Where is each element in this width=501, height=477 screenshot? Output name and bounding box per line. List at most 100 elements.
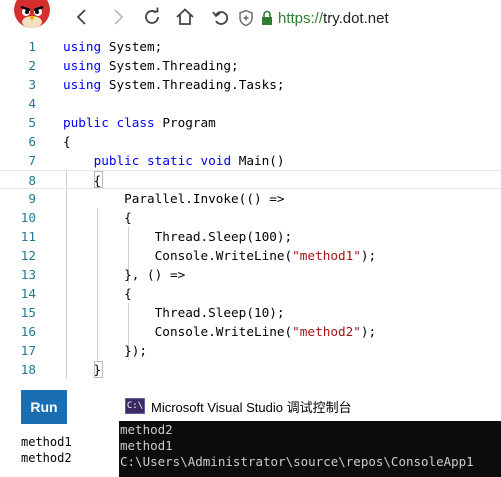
line-number: 8 (28, 173, 36, 188)
debug-console-window[interactable]: C:\ Microsoft Visual Studio 调试控制台 method… (119, 391, 501, 477)
line-number: 10 (20, 210, 36, 225)
url-host: try.dot.net (323, 9, 389, 27)
console-app-icon: C:\ (125, 398, 145, 414)
code-text: public static void Main() (63, 151, 285, 170)
refresh-button[interactable] (141, 6, 163, 28)
shield-icon[interactable] (238, 9, 254, 27)
code-token: }, () => (63, 267, 186, 282)
code-line[interactable]: 18 } (0, 360, 501, 379)
keyword-token: public (93, 153, 140, 168)
code-line[interactable]: 16 Console.WriteLine("method2"); (0, 322, 501, 341)
code-line[interactable]: 1 using System; (0, 37, 501, 56)
code-token: Program (154, 115, 216, 130)
code-token: { (63, 286, 132, 301)
keyword-token: using (63, 39, 102, 54)
console-line: C:\Users\Administrator\source\repos\Cons… (120, 454, 474, 469)
code-token: ); (360, 324, 377, 339)
code-token: { (63, 210, 132, 225)
url-text[interactable]: https://try.dot.net (278, 10, 389, 27)
console-output: method2 method1 C:\Users\Administrator\sou… (120, 422, 474, 470)
line-number: 18 (20, 362, 36, 377)
line-number: 16 (20, 324, 36, 339)
code-token: }); (63, 343, 148, 358)
line-number: 12 (20, 248, 36, 263)
code-line[interactable]: 11 Thread.Sleep(100); (0, 227, 501, 246)
keyword-token: void (200, 153, 232, 168)
code-text: }, () => (63, 265, 185, 284)
address-bar[interactable]: https://try.dot.net (238, 5, 501, 31)
code-line[interactable]: 13 }, () => (0, 265, 501, 284)
code-text: Thread.Sleep(100); (63, 227, 293, 246)
browser-toolbar: https://try.dot.net (0, 0, 501, 36)
code-token: System.Threading.Tasks; (101, 77, 285, 92)
code-token: System; (101, 39, 163, 54)
chevron-right-icon (114, 9, 124, 25)
line-number: 14 (20, 286, 36, 301)
home-button[interactable] (174, 6, 196, 28)
line-number: 7 (28, 153, 36, 168)
code-line[interactable]: 2 using System.Threading; (0, 56, 501, 75)
line-number: 9 (28, 191, 36, 206)
code-text: { (63, 132, 71, 151)
code-token: { (63, 134, 71, 149)
forward-button[interactable] (107, 6, 129, 28)
console-title: Microsoft Visual Studio 调试控制台 (151, 399, 352, 415)
string-token: "method1" (292, 248, 361, 263)
code-token: Console.WriteLine( (63, 324, 293, 339)
code-line[interactable]: 14 { (0, 284, 501, 303)
code-line[interactable]: 6{ (0, 132, 501, 151)
code-line[interactable]: 3 using System.Threading.Tasks; (0, 75, 501, 94)
code-token: ); (360, 248, 377, 263)
line-number: 4 (28, 96, 36, 111)
code-line[interactable]: 4 (0, 94, 501, 113)
line-number: 15 (20, 305, 36, 320)
code-text: Console.WriteLine("method1"); (63, 246, 377, 265)
code-text: Thread.Sleep(10); (63, 303, 285, 322)
code-line[interactable]: 17 }); (0, 341, 501, 360)
url-scheme: https:// (278, 9, 324, 27)
refresh-icon (145, 7, 159, 24)
line-number: 2 (28, 58, 36, 73)
bracket-match-highlight (94, 171, 103, 188)
code-line[interactable]: 8 { (0, 170, 501, 189)
string-token: "method2" (292, 324, 361, 339)
keyword-token: public (63, 115, 109, 130)
code-text: { (63, 208, 132, 227)
keyword-token: class (116, 115, 155, 130)
code-text: }); (63, 341, 147, 360)
line-number: 5 (28, 115, 36, 130)
bracket-match-highlight (94, 361, 103, 378)
run-button[interactable]: Run (21, 390, 67, 424)
output-line: method2 (21, 451, 72, 465)
lock-icon (262, 10, 272, 25)
code-token: Parallel.Invoke(() => (63, 191, 285, 206)
code-line[interactable]: 15 Thread.Sleep(10); (0, 303, 501, 322)
output-line: method1 (21, 435, 72, 449)
code-token: Thread.Sleep(100); (63, 229, 293, 244)
console-titlebar[interactable]: C:\ Microsoft Visual Studio 调试控制台 (119, 391, 501, 421)
code-line[interactable]: 10 { (0, 208, 501, 227)
code-text: using System.Threading.Tasks; (63, 75, 285, 94)
undo-button[interactable] (210, 6, 232, 28)
back-button[interactable] (71, 6, 93, 28)
output-panel: method1 method2 (21, 434, 72, 466)
line-number: 11 (20, 229, 36, 244)
code-line[interactable]: 9 Parallel.Invoke(() => (0, 189, 501, 208)
code-text: public class Program (63, 113, 216, 132)
undo-icon (212, 11, 229, 25)
line-number: 6 (28, 134, 36, 149)
chevron-left-icon (76, 9, 86, 25)
code-text: Parallel.Invoke(() => (63, 189, 285, 208)
line-number: 3 (28, 77, 36, 92)
code-editor[interactable]: 1 using System; 2 using System.Threading; 3 u… (0, 36, 501, 381)
keyword-token: static (147, 153, 193, 168)
code-line[interactable]: 7 public static void Main() (0, 151, 501, 170)
code-line[interactable]: 5 public class Program (0, 113, 501, 132)
console-line: method2 (120, 422, 173, 437)
code-line[interactable]: 12 Console.WriteLine("method1"); (0, 246, 501, 265)
line-number: 1 (28, 39, 36, 54)
profile-avatar[interactable] (10, 0, 50, 28)
